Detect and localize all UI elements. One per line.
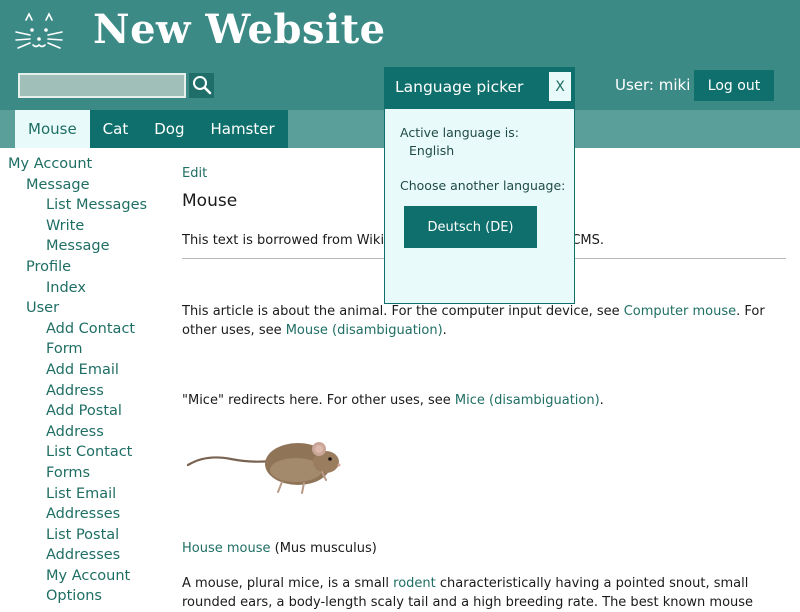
sidebar-group-profile[interactable]: Profile xyxy=(0,257,170,278)
cat-face-icon xyxy=(15,12,63,49)
image-caption: House mouse (Mus musculus) xyxy=(182,539,377,558)
redirect-note: "Mice" redirects here. For other uses, s… xyxy=(182,391,772,410)
paragraph-text: "Mice" redirects here. For other uses, s… xyxy=(182,393,455,408)
language-picker-title: Language picker xyxy=(395,78,524,96)
edit-link[interactable]: Edit xyxy=(182,164,207,183)
mouse-disambiguation-link[interactable]: Mouse (disambiguation) xyxy=(286,323,443,338)
sidebar-item-list-email-addresses[interactable]: List Email Addresses xyxy=(0,484,170,525)
paragraph-text: This article is about the animal. For th… xyxy=(182,304,624,319)
caption-text: (Mus musculus) xyxy=(270,541,377,556)
sidebar-title-my-account[interactable]: My Account xyxy=(0,154,170,175)
tab-hamster[interactable]: Hamster xyxy=(197,110,288,148)
mice-disambiguation-link[interactable]: Mice (disambiguation) xyxy=(455,393,600,408)
close-button[interactable]: X xyxy=(549,72,571,101)
sidebar-item-label: Write xyxy=(46,217,85,234)
sidebar-group-user[interactable]: User xyxy=(0,298,170,319)
language-picker-dialog: Language picker X Active language is: En… xyxy=(384,67,575,304)
search-button[interactable] xyxy=(189,73,214,98)
user-label: User: miki xyxy=(615,76,691,94)
language-picker-header: Language picker X xyxy=(385,68,574,109)
search-input[interactable] xyxy=(18,73,186,98)
tab-dog[interactable]: Dog xyxy=(141,110,198,148)
sidebar-item-list-contact-forms[interactable]: List Contact Forms xyxy=(0,442,170,483)
sidebar-group-message[interactable]: Message xyxy=(0,175,170,196)
sidebar-item-add-email-address[interactable]: Add Email Address xyxy=(0,360,170,401)
rodent-link[interactable]: rodent xyxy=(393,576,436,591)
intro-text-start: This text is borrowed from Wikip xyxy=(182,233,393,248)
sidebar-item-write-message[interactable]: Write Message xyxy=(0,216,170,257)
mouse-image xyxy=(186,442,341,494)
sidebar-item-label: Forms xyxy=(46,464,91,481)
computer-mouse-link[interactable]: Computer mouse xyxy=(624,304,736,319)
article-paragraph: A mouse, plural mice, is a small rodent … xyxy=(182,574,772,612)
magnifier-icon xyxy=(193,76,212,95)
paragraph-text: . xyxy=(442,323,447,338)
sidebar-item-label: Form xyxy=(46,341,83,358)
sidebar: My Account Message List Messages Write M… xyxy=(0,154,170,607)
sidebar-item-label: Address xyxy=(46,423,104,440)
page-title: Mouse xyxy=(182,191,238,211)
sidebar-item-index[interactable]: Index xyxy=(0,278,170,299)
sidebar-item-label: Addresses xyxy=(46,506,121,523)
house-mouse-link[interactable]: House mouse xyxy=(182,541,271,556)
sidebar-item-label: List Email xyxy=(46,485,117,502)
logout-button[interactable]: Log out xyxy=(694,70,774,101)
sidebar-item-label: Addresses xyxy=(46,547,121,564)
sidebar-item-my-account-options[interactable]: My Account Options xyxy=(0,566,170,607)
intro-text-end: CMS. xyxy=(571,233,604,248)
paragraph-text: A mouse, plural mice, is a small xyxy=(182,576,394,591)
sidebar-item-add-contact-form[interactable]: Add Contact Form xyxy=(0,319,170,360)
tab-mouse[interactable]: Mouse xyxy=(15,110,90,148)
sidebar-item-list-postal-addresses[interactable]: List Postal Addresses xyxy=(0,525,170,566)
language-option-deutsch[interactable]: Deutsch (DE) xyxy=(404,206,537,248)
sidebar-item-label: Options xyxy=(46,588,102,605)
sidebar-item-label: Message xyxy=(46,238,110,255)
hatnote-paragraph: This article is about the animal. For th… xyxy=(182,302,772,340)
tab-list: Mouse Cat Dog Hamster xyxy=(15,110,288,148)
paragraph-text: . xyxy=(599,393,604,408)
sidebar-item-label: Add Contact xyxy=(46,320,136,337)
sidebar-item-list-messages[interactable]: List Messages xyxy=(0,195,170,216)
site-title[interactable]: New Website xyxy=(93,6,386,53)
sidebar-item-add-postal-address[interactable]: Add Postal Address xyxy=(0,401,170,442)
active-language-value: English xyxy=(409,143,455,158)
sidebar-item-label: Add Email xyxy=(46,361,119,378)
active-language-label: Active language is: xyxy=(400,125,520,140)
choose-language-label: Choose another language: xyxy=(400,178,566,193)
sidebar-item-label: List Postal xyxy=(46,526,120,543)
tab-cat[interactable]: Cat xyxy=(89,110,142,148)
sidebar-item-label: List Contact xyxy=(46,444,133,461)
sidebar-item-label: Address xyxy=(46,382,104,399)
sidebar-item-label: My Account xyxy=(46,567,131,584)
sidebar-item-label: Add Postal xyxy=(46,403,122,420)
